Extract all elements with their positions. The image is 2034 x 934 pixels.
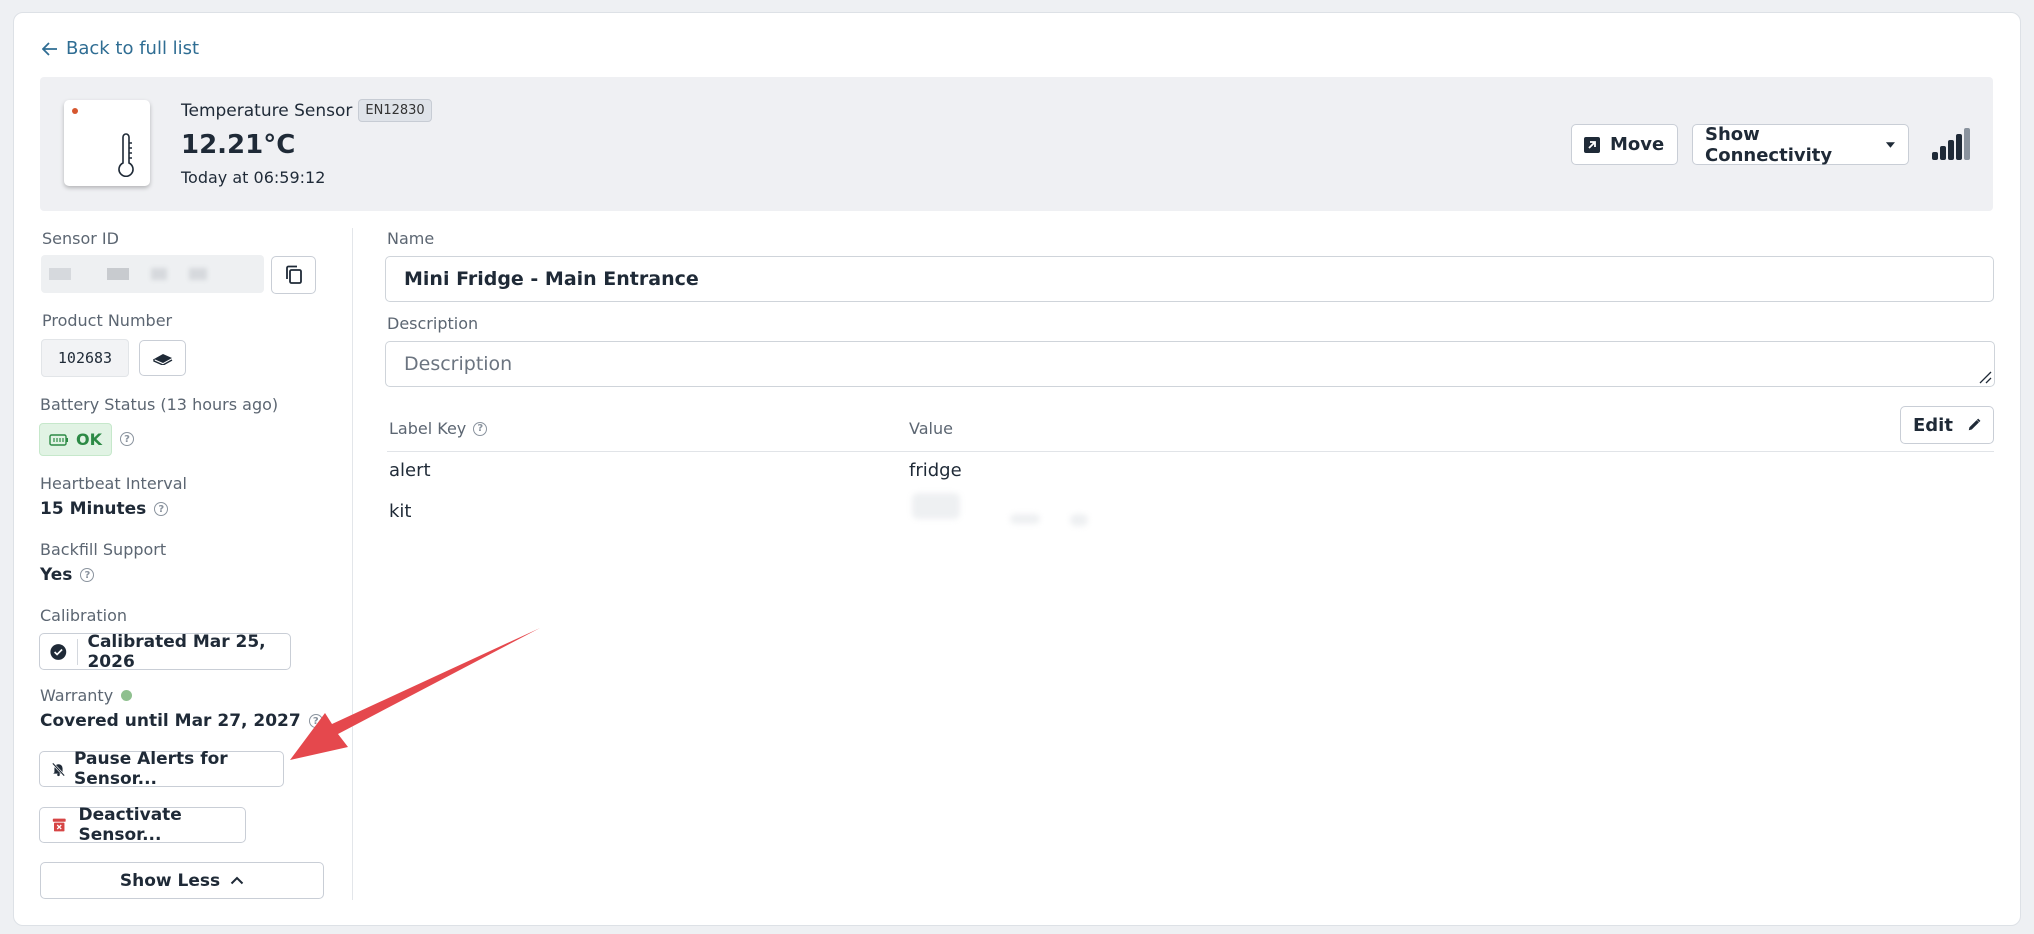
annotation-arrow xyxy=(290,628,540,760)
